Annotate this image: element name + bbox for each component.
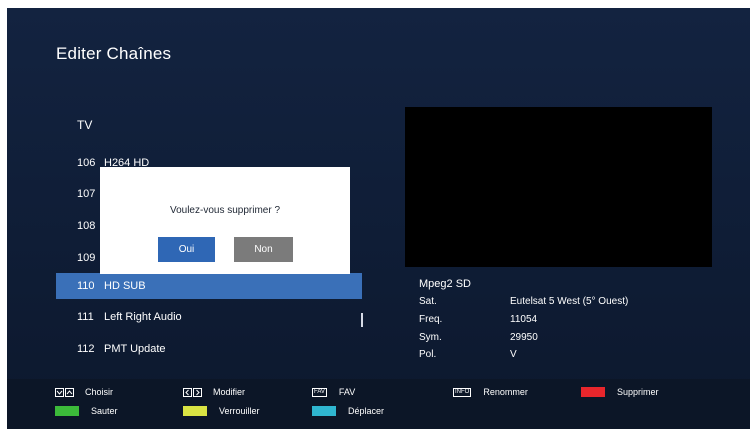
hint-label: Supprimer	[617, 387, 659, 397]
chevron-up-icon	[65, 387, 74, 397]
sat-value: Eutelsat 5 West (5° Ouest)	[510, 296, 629, 307]
green-key-icon	[55, 406, 79, 416]
sym-value: 29950	[510, 332, 538, 343]
hint-choisir: Choisir	[55, 387, 113, 397]
delete-confirm-dialog: Voulez-vous supprimer ? Oui Non	[100, 167, 350, 274]
pol-label: Pol.	[419, 349, 437, 360]
blue-key-icon	[312, 406, 336, 416]
sat-label: Sat.	[419, 296, 437, 307]
hint-label: Déplacer	[348, 406, 385, 416]
list-scrollbar[interactable]	[361, 313, 363, 327]
page-title: Editer Chaînes	[56, 44, 172, 63]
tv-screen: Editer Chaînes TV 106 H264 HD 107 108 10…	[7, 8, 750, 429]
channel-number: 109	[77, 252, 96, 264]
hint-sauter: Sauter	[55, 406, 118, 416]
chevron-right-icon	[193, 387, 202, 397]
hint-label: Renommer	[483, 387, 528, 397]
channel-name: HD SUB	[104, 280, 146, 292]
freq-value: 11054	[510, 314, 538, 325]
list-header: TV	[77, 118, 93, 132]
channel-number: 106	[77, 157, 96, 169]
hint-label: Modifier	[213, 387, 246, 397]
chevron-down-icon	[55, 387, 64, 397]
hint-deplacer: Déplacer	[312, 406, 384, 416]
key-hint-bar: Choisir Modifier FAV FAV INFO Renommer S…	[7, 379, 750, 429]
channel-number: 108	[77, 220, 96, 232]
yellow-key-icon	[183, 406, 207, 416]
red-key-icon	[581, 387, 605, 397]
yes-button[interactable]: Oui	[158, 237, 215, 262]
hint-modifier: Modifier	[183, 387, 245, 397]
hint-label: Choisir	[85, 387, 114, 397]
sym-label: Sym.	[419, 332, 442, 343]
hint-label: Sauter	[91, 406, 118, 416]
channel-number: 107	[77, 188, 96, 200]
hint-label: Verrouiller	[219, 406, 260, 416]
channel-row[interactable]: 111 Left Right Audio	[56, 305, 362, 329]
hint-label: FAV	[338, 387, 356, 397]
channel-row-selected[interactable]: 110 HD SUB	[56, 273, 362, 299]
channel-type: Mpeg2 SD	[419, 278, 471, 290]
video-preview	[405, 107, 712, 267]
pol-value: V	[510, 349, 517, 360]
channel-name: Left Right Audio	[104, 311, 182, 323]
channel-row[interactable]: 112 PMT Update	[56, 337, 362, 361]
hint-supprimer: Supprimer	[581, 387, 659, 397]
channel-number: 110	[77, 280, 95, 292]
hint-fav: FAV FAV	[312, 387, 355, 397]
dialog-message: Voulez-vous supprimer ?	[169, 205, 281, 216]
channel-name: PMT Update	[104, 343, 166, 355]
channel-number: 111	[77, 311, 94, 323]
fav-key-icon: FAV	[312, 387, 327, 397]
hint-renommer: INFO Renommer	[453, 387, 528, 397]
hint-verrouiller: Verrouiller	[183, 406, 260, 416]
chevron-left-icon	[183, 387, 192, 397]
no-button[interactable]: Non	[234, 237, 293, 262]
freq-label: Freq.	[419, 314, 443, 325]
channel-number: 112	[77, 343, 95, 355]
info-key-icon: INFO	[453, 387, 472, 397]
